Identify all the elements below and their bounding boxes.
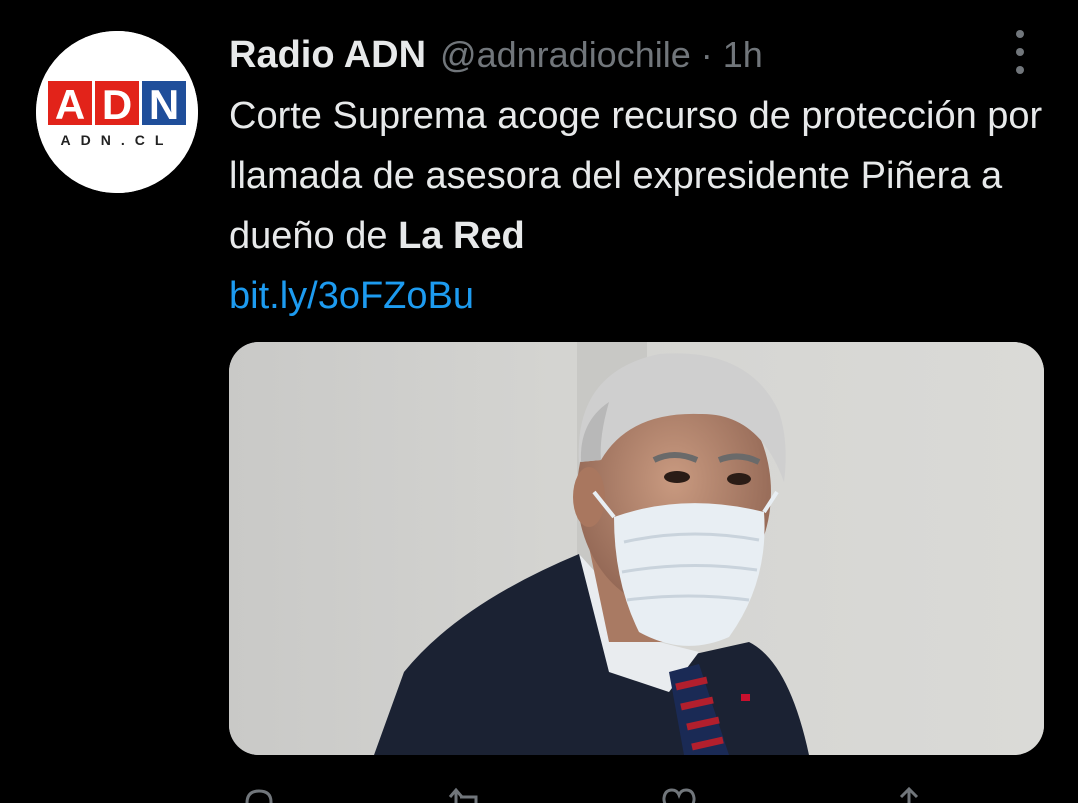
svg-text:ADN.CL: ADN.CL xyxy=(61,132,174,148)
svg-text:A: A xyxy=(55,81,85,128)
like-button[interactable] xyxy=(659,785,709,803)
adn-logo: A D N ADN.CL xyxy=(36,31,198,193)
retweet-icon xyxy=(448,787,478,803)
reply-button[interactable] xyxy=(239,785,289,803)
svg-text:N: N xyxy=(149,81,179,128)
user-handle[interactable]: @adnradiochile xyxy=(440,30,691,80)
tweet-photo[interactable] xyxy=(229,342,1044,755)
separator-dot: · xyxy=(700,34,713,75)
timestamp[interactable]: 1h xyxy=(723,30,763,80)
avatar[interactable]: A D N ADN.CL xyxy=(36,31,198,193)
share-button[interactable] xyxy=(889,785,939,803)
share-icon xyxy=(899,786,919,803)
tweet[interactable]: A D N ADN.CL Radio ADN @adnradiochile · … xyxy=(0,0,1078,803)
retweet-button[interactable] xyxy=(444,785,498,803)
photo-image xyxy=(229,342,1044,755)
tweet-text-bold: La Red xyxy=(398,215,525,257)
reply-icon xyxy=(245,789,273,803)
tweet-text: Corte Suprema acoge recurso de protecció… xyxy=(229,86,1049,326)
tweet-actions xyxy=(229,785,1044,803)
more-vertical-icon[interactable] xyxy=(1008,30,1032,74)
tweet-text-main: Corte Suprema acoge recurso de protecció… xyxy=(229,95,1043,257)
svg-text:D: D xyxy=(102,81,132,128)
tweet-link[interactable]: bit.ly/3oFZoBu xyxy=(229,266,474,326)
tweet-header: Radio ADN @adnradiochile · 1h xyxy=(229,30,763,80)
like-icon xyxy=(662,788,696,803)
display-name[interactable]: Radio ADN xyxy=(229,30,426,80)
